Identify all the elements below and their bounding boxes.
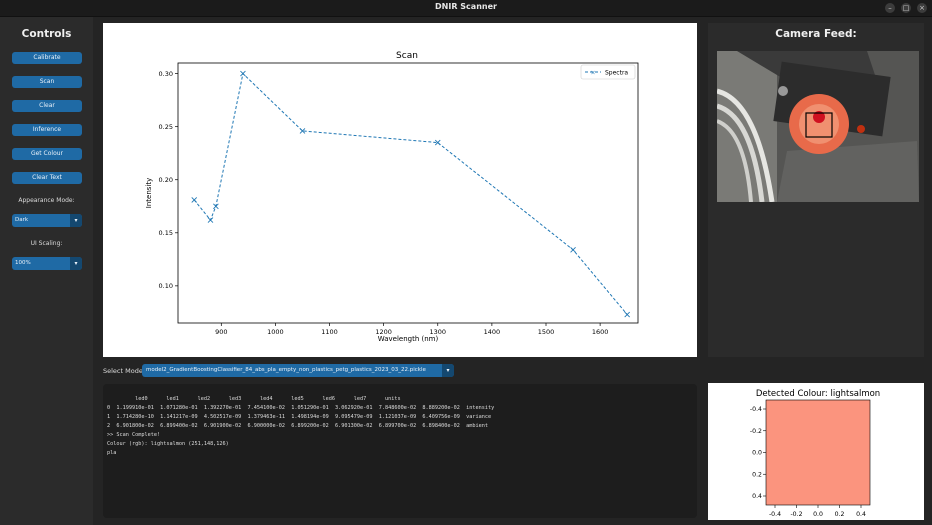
colour-y-tick-label: 0.0 — [752, 450, 762, 457]
camera-panel: Camera Feed: — [708, 23, 924, 357]
window-title: DNIR Scanner — [435, 2, 497, 11]
legend-label: Spectra — [605, 70, 628, 77]
x-tick-label: 1500 — [538, 328, 555, 336]
chevron-down-icon[interactable]: ▾ — [70, 214, 82, 227]
x-tick-label: 1100 — [321, 328, 338, 336]
controls-title: Controls — [21, 28, 72, 40]
camera-feed-picture — [717, 51, 919, 202]
x-tick-label: 1400 — [484, 328, 501, 336]
y-tick-label: 0.20 — [159, 176, 173, 184]
y-tick-label: 0.15 — [159, 229, 173, 237]
scan-button[interactable]: Scan — [12, 76, 82, 88]
colour-x-tick-label: 0.2 — [835, 511, 845, 518]
plot-axes-frame — [177, 62, 639, 324]
inference-button[interactable]: Inference — [12, 124, 82, 136]
colour-y-tick-label: -0.4 — [750, 406, 762, 413]
y-tick-label: 0.10 — [159, 282, 173, 290]
legend-marker: × — [590, 70, 595, 77]
detected-colour-panel: Detected Colour: lightsalmon -0.4 -0.2 0.0… — [708, 383, 924, 520]
colour-x-tick-label: 0.0 — [813, 511, 823, 518]
y-tick-label: 0.30 — [159, 70, 173, 78]
select-model-label: Select Model: — [103, 367, 147, 375]
data-point — [624, 311, 630, 318]
output-line: pla — [107, 450, 117, 456]
model-select-value: model2_GradientBoostingClassifier_84_abs… — [146, 367, 426, 373]
output-textbox[interactable]: led0 led1 led2 led3 led4 led5 led6 led7 … — [103, 384, 697, 518]
minimize-icon[interactable]: – — [885, 3, 895, 13]
x-tick-label: 1600 — [592, 328, 609, 336]
camera-feed-image — [717, 51, 919, 202]
window-titlebar: DNIR Scanner – □ × — [0, 0, 932, 17]
colour-y-tick-label: 0.4 — [752, 493, 762, 500]
data-point — [207, 217, 214, 223]
close-icon[interactable]: × — [917, 3, 927, 13]
colour-x-tick-label: -0.4 — [769, 511, 781, 518]
series-layer — [191, 70, 630, 318]
output-line: led0 led1 led2 led3 led4 led5 led6 led7 … — [107, 396, 401, 402]
x-tick-label: 1000 — [267, 328, 284, 336]
x-tick-label: 900 — [215, 328, 227, 336]
chart-title: Scan — [396, 51, 418, 61]
series-line — [193, 72, 628, 315]
data-point — [570, 246, 576, 253]
chevron-down-icon[interactable]: ▾ — [442, 364, 454, 377]
appearance-mode-label: Appearance Mode: — [18, 197, 75, 204]
output-line: 1 1.714280e-10 1.141217e-09 4.502517e-09… — [107, 414, 492, 420]
colour-y-tick-label: 0.2 — [752, 471, 762, 478]
detected-colour-title: Detected Colour: lightsalmon — [756, 389, 880, 399]
legend: × Spectra — [580, 64, 636, 80]
y-axis-label: Intensity — [145, 178, 153, 208]
colour-y-tick-label: -0.2 — [750, 428, 762, 435]
clear-text-button[interactable]: Clear Text — [12, 172, 82, 184]
camera-title: Camera Feed: — [775, 28, 857, 40]
colour-swatch — [765, 399, 871, 506]
clear-button[interactable]: Clear — [12, 100, 82, 112]
axis-ticks: 900 1000 1100 1200 1300 1400 1500 16000.100.150… — [159, 70, 609, 336]
x-axis-label: Wavelength (nm) — [378, 335, 439, 343]
output-line: 0 1.199910e-01 1.071280e-01 1.392270e-01… — [107, 405, 495, 411]
data-point — [240, 70, 246, 77]
scan-chart: Scan 900 1000 1100 1200 1300 1400 1500 16000.10… — [145, 51, 639, 343]
y-tick-label: 0.25 — [159, 123, 173, 131]
output-line: >> Scan Complete! — [107, 432, 161, 438]
detected-colour-chart: Detected Colour: lightsalmon -0.4 -0.2 0.0… — [750, 389, 880, 518]
controls-sidebar: Controls Calibrate Scan Clear Inference … — [0, 17, 93, 525]
model-select[interactable]: model2_GradientBoostingClassifier_84_abs… — [142, 364, 454, 377]
output-line: Colour (rgb): lightsalmon (251,148,126) — [107, 441, 229, 447]
ui-scaling-label: UI Scaling: — [30, 240, 63, 247]
scan-plot-panel: Scan 900 1000 1100 1200 1300 1400 1500 1600 0.10… — [103, 23, 697, 357]
maximize-icon[interactable]: □ — [901, 3, 911, 13]
appearance-mode-select[interactable]: Dark ▾ — [12, 214, 82, 227]
ui-scaling-select[interactable]: 100% ▾ — [12, 257, 82, 270]
appearance-mode-value: Dark — [15, 217, 29, 223]
output-line: 2 6.901800e-02 6.899400e-02 6.901900e-02… — [107, 423, 489, 429]
colour-x-tick-label: 0.4 — [856, 511, 866, 518]
get-colour-button[interactable]: Get Colour — [12, 148, 82, 160]
chevron-down-icon[interactable]: ▾ — [70, 257, 82, 270]
data-point — [191, 197, 198, 203]
calibrate-button[interactable]: Calibrate — [12, 52, 82, 64]
colour-x-tick-label: -0.2 — [790, 511, 802, 518]
ui-scaling-value: 100% — [15, 260, 31, 266]
